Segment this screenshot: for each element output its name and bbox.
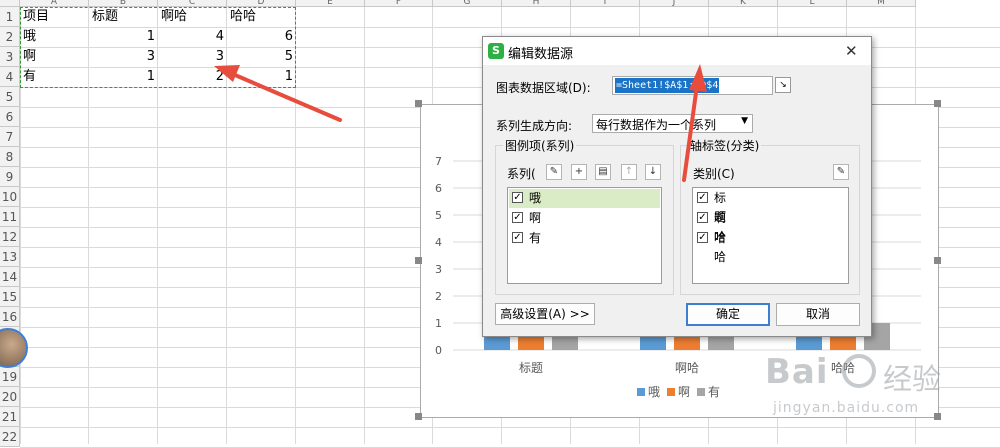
watermark-url: jingyan.baidu.com [773, 400, 920, 416]
watermark-brand2: 经验 [883, 362, 942, 396]
paw-icon [842, 354, 876, 388]
arrow-to-data [214, 65, 342, 122]
arrow-to-range [682, 64, 707, 182]
watermark-brand: Bai [765, 352, 829, 392]
baidu-watermark: Bai 经验 jingyan.baidu.com [765, 352, 997, 432]
